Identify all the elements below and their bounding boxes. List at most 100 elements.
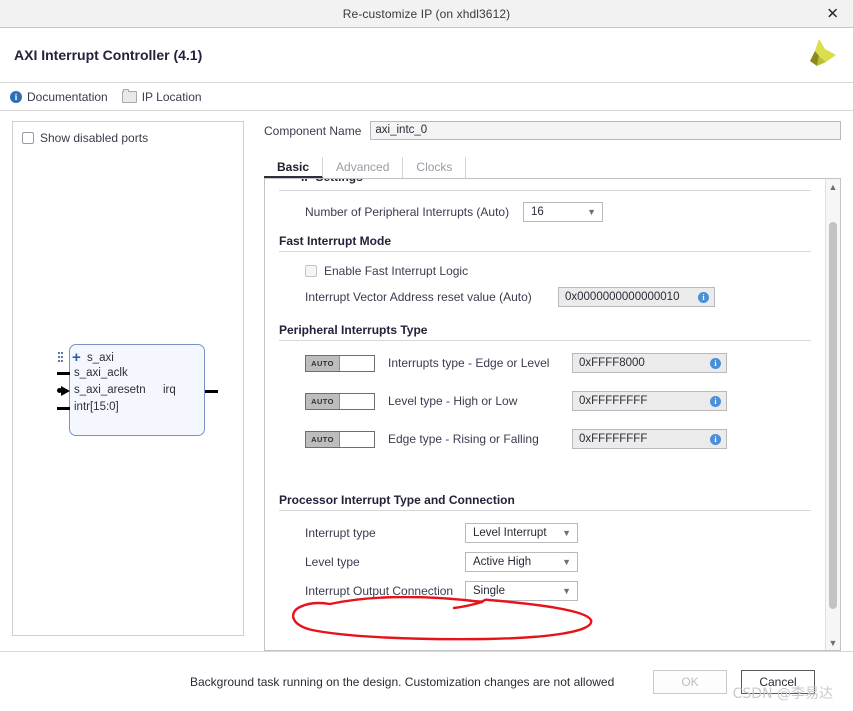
section-divider: [279, 190, 811, 191]
row-enable-fast-logic: Enable Fast Interrupt Logic: [279, 264, 811, 278]
interrupt-type-value: Level Interrupt: [473, 527, 547, 539]
ip-location-button[interactable]: IP Location: [121, 88, 202, 104]
window-title: Re-customize IP (on xhdl3612): [342, 6, 511, 21]
dialog-footer: Background task running on the design. C…: [0, 651, 853, 711]
scrollbar-thumb[interactable]: [828, 222, 837, 609]
row-level-type: AUTO Level type - High or Low 0xFFFFFFFF…: [279, 391, 811, 411]
port-arrow-icon: [61, 386, 70, 396]
tab-basic[interactable]: Basic: [264, 157, 324, 178]
info-icon: i: [10, 90, 22, 103]
section-title-peripheral-type: Peripheral Interrupts Type: [279, 323, 428, 337]
ip-header: AXI Interrupt Controller (4.1): [0, 28, 853, 83]
section-divider: [279, 510, 811, 511]
row-peripheral-interrupt-count: Number of Peripheral Interrupts (Auto) 1…: [279, 202, 811, 222]
peripheral-count-combo[interactable]: 16 ▼: [523, 202, 603, 222]
port-stub-out: [205, 390, 218, 393]
interrupt-output-connection-label: Interrupt Output Connection: [305, 584, 454, 598]
auto-toggle-track: [340, 393, 374, 409]
chevron-down-icon: ▼: [587, 206, 596, 217]
interrupt-type-label: Interrupt type: [305, 526, 376, 540]
port-label-s-axi: s_axi: [87, 352, 114, 364]
ok-button[interactable]: OK: [653, 669, 727, 694]
ip-symbol-panel: Show disabled ports + s_axi s_axi_aclk s…: [12, 121, 244, 636]
tab-advanced[interactable]: Advanced: [323, 157, 404, 178]
interrupts-type-value: 0xFFFF8000: [579, 357, 645, 369]
auto-toggle-edge-type[interactable]: AUTO: [305, 430, 375, 448]
auto-toggle-interrupts-type[interactable]: AUTO: [305, 354, 375, 372]
level-type-value: 0xFFFFFFFF: [579, 395, 648, 407]
documentation-label: Documentation: [27, 89, 108, 104]
chevron-down-icon: ▼: [562, 556, 571, 567]
section-title-processor-interrupt: Processor Interrupt Type and Connection: [279, 493, 515, 507]
tabstrip: Basic Advanced Clocks: [264, 156, 841, 179]
scrollbar-track[interactable]: [826, 194, 841, 635]
port-label-s-axi-aclk: s_axi_aclk: [74, 367, 128, 379]
port-stub: [57, 372, 70, 375]
dialog-body: Show disabled ports + s_axi s_axi_aclk s…: [0, 111, 853, 651]
interrupt-output-connection-combo[interactable]: Single ▼: [465, 581, 578, 601]
vector-address-field[interactable]: 0x0000000000000010 i: [558, 287, 715, 307]
level-type-field[interactable]: 0xFFFFFFFF i: [572, 391, 727, 411]
component-name-row: Component Name: [264, 121, 841, 140]
show-disabled-ports-label: Show disabled ports: [40, 131, 149, 145]
interrupt-output-connection-value: Single: [473, 585, 505, 597]
port-label-irq: irq: [163, 384, 176, 396]
cancel-button[interactable]: Cancel: [741, 669, 815, 694]
port-label-s-axi-aresetn: s_axi_aresetn: [74, 384, 146, 396]
expand-bus-icon[interactable]: +: [72, 350, 81, 365]
enable-fast-logic-checkbox: [305, 265, 317, 277]
section-divider: [279, 251, 811, 252]
documentation-button[interactable]: i Documentation: [10, 90, 108, 104]
processor-level-type-label: Level type: [305, 555, 360, 569]
auto-toggle-level-type[interactable]: AUTO: [305, 392, 375, 410]
folder-icon: [121, 88, 137, 103]
section-divider: [279, 340, 811, 341]
interrupt-type-combo[interactable]: Level Interrupt ▼: [465, 523, 578, 543]
port-label-intr: intr[15:0]: [74, 401, 119, 413]
chevron-down-icon[interactable]: ▼: [826, 635, 841, 650]
vector-address-value: 0x0000000000000010: [565, 291, 680, 303]
component-name-input[interactable]: [370, 121, 841, 140]
auto-badge: AUTO: [306, 355, 340, 371]
processor-level-type-value: Active High: [473, 556, 532, 568]
ip-toolbar: i Documentation IP Location: [0, 83, 853, 111]
interrupts-type-field[interactable]: 0xFFFF8000 i: [572, 353, 727, 373]
vivado-logo-icon: [799, 35, 839, 75]
status-message: Background task running on the design. C…: [190, 674, 615, 689]
clipped-section-header: IP Settings: [279, 179, 811, 190]
auto-badge: AUTO: [306, 431, 340, 447]
edge-type-field[interactable]: 0xFFFFFFFF i: [572, 429, 727, 449]
settings-panel: IP Settings Number of Peripheral Interru…: [264, 179, 841, 651]
auto-toggle-track: [340, 431, 374, 447]
info-icon[interactable]: i: [710, 357, 721, 369]
settings-vertical-scrollbar[interactable]: ▲ ▼: [825, 179, 840, 650]
window-titlebar: Re-customize IP (on xhdl3612) ✕: [0, 0, 853, 28]
row-level-type-processor: Level type Active High ▼: [279, 552, 811, 572]
settings-scroll-area: IP Settings Number of Peripheral Interru…: [265, 179, 825, 650]
info-icon[interactable]: i: [710, 433, 721, 445]
ip-config-panel: Component Name Basic Advanced Clocks IP …: [264, 121, 841, 651]
bus-pin-marker: [58, 352, 63, 364]
vector-address-label: Interrupt Vector Address reset value (Au…: [305, 290, 532, 304]
level-type-label: Level type - High or Low: [388, 394, 518, 408]
enable-fast-logic-label: Enable Fast Interrupt Logic: [324, 264, 469, 278]
peripheral-count-value: 16: [531, 206, 544, 218]
chevron-down-icon: ▼: [562, 527, 571, 538]
chevron-up-icon[interactable]: ▲: [826, 179, 841, 194]
info-icon[interactable]: i: [710, 395, 721, 407]
auto-toggle-track: [340, 355, 374, 371]
close-icon[interactable]: ✕: [826, 6, 839, 21]
ip-block-symbol: + s_axi s_axi_aclk s_axi_aresetn intr[15…: [57, 344, 218, 436]
interrupts-type-label: Interrupts type - Edge or Level: [388, 356, 550, 370]
page-title: AXI Interrupt Controller (4.1): [14, 47, 203, 63]
tab-clocks[interactable]: Clocks: [403, 157, 467, 178]
info-icon[interactable]: i: [698, 291, 709, 303]
row-interrupt-type: Interrupt type Level Interrupt ▼: [279, 523, 811, 543]
row-interrupts-type: AUTO Interrupts type - Edge or Level 0xF…: [279, 353, 811, 373]
checkbox-box: [22, 132, 34, 144]
show-disabled-ports-checkbox[interactable]: Show disabled ports: [13, 122, 243, 145]
row-interrupt-output-connection: Interrupt Output Connection Single ▼: [279, 581, 811, 601]
row-edge-type: AUTO Edge type - Rising or Falling 0xFFF…: [279, 429, 811, 449]
peripheral-count-label: Number of Peripheral Interrupts (Auto): [305, 205, 510, 219]
processor-level-type-combo[interactable]: Active High ▼: [465, 552, 578, 572]
